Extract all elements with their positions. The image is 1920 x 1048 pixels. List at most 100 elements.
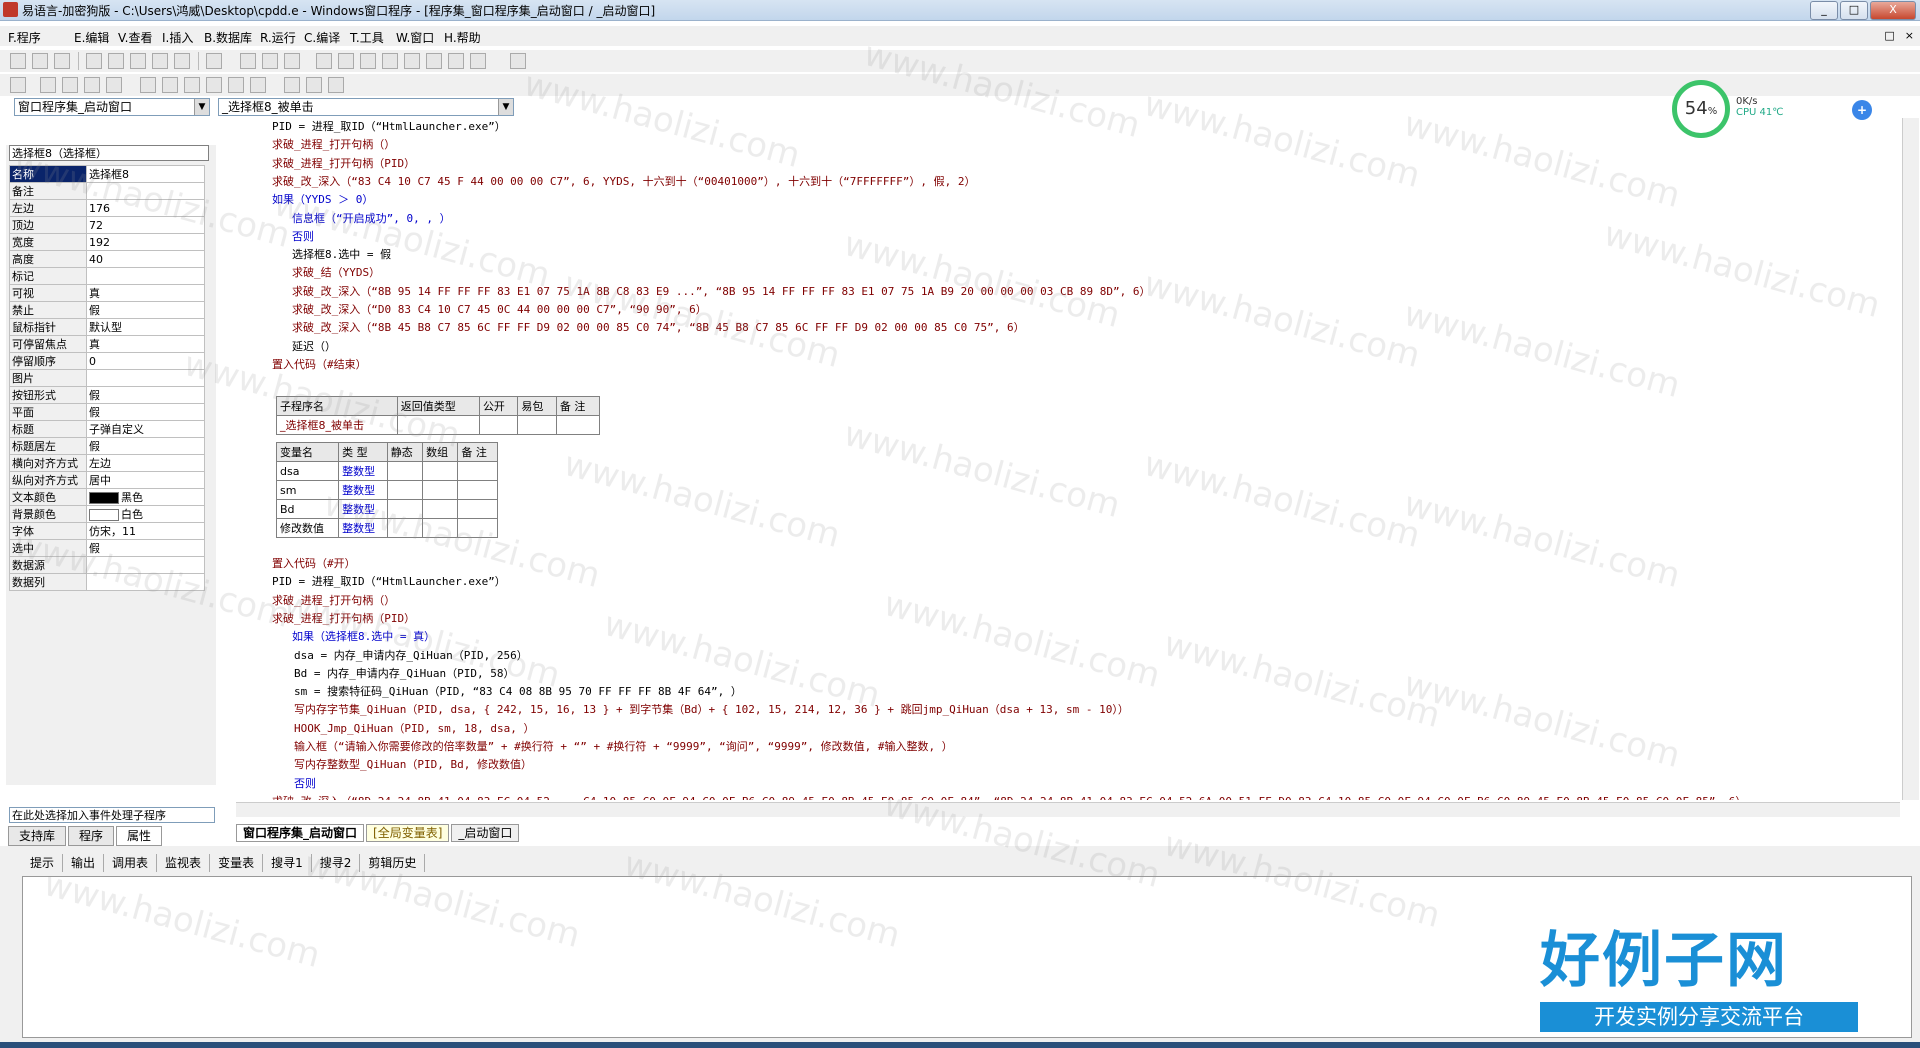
property-value[interactable]: 选择框8 — [86, 165, 205, 183]
tab-search1[interactable]: 搜寻1 — [263, 854, 312, 872]
component-select[interactable]: 选择框8（选择框） — [9, 145, 209, 161]
property-row[interactable]: 标题居左假 — [9, 437, 205, 455]
property-row[interactable]: 图片 — [9, 369, 205, 387]
property-value[interactable]: 假 — [86, 403, 205, 421]
property-value[interactable]: 默认型 — [86, 318, 205, 336]
code-line[interactable]: 输入框（“请输入你需要修改的倍率数量” + #换行符 + “” + #换行符 +… — [294, 738, 953, 754]
property-value[interactable] — [86, 573, 205, 591]
code-line[interactable]: 求破_进程_打开句柄（） — [272, 136, 395, 152]
property-row[interactable]: 文本颜色 黑色 — [9, 488, 205, 506]
property-row[interactable]: 高度 40 — [9, 250, 205, 268]
breakpoint-icon[interactable] — [426, 53, 442, 69]
property-value[interactable]: 假 — [86, 437, 205, 455]
tab-support-library[interactable]: 支持库 — [8, 826, 67, 846]
table-cell[interactable] — [422, 461, 459, 481]
property-value[interactable]: 真 — [86, 284, 205, 302]
layout-split-icon[interactable] — [262, 53, 278, 69]
property-row[interactable]: 名称 选择框8 — [9, 165, 205, 183]
table-cell[interactable] — [555, 415, 601, 435]
table-cell[interactable] — [457, 518, 498, 538]
table-cell[interactable] — [396, 415, 480, 435]
tab-start-window[interactable]: _启动窗口 — [451, 824, 520, 842]
redo-icon[interactable] — [152, 53, 168, 69]
code-line[interactable]: 置入代码（#结束） — [272, 356, 367, 372]
menu-compile[interactable]: C.编译 — [304, 29, 340, 46]
code-line[interactable]: 置入代码（#开） — [272, 555, 356, 571]
horizontal-scrollbar[interactable] — [236, 802, 1900, 817]
code-line[interactable]: 否则 — [294, 775, 316, 791]
table-cell[interactable] — [478, 415, 519, 435]
variable-name[interactable]: 修改数值 — [275, 518, 340, 538]
code-line[interactable]: PID = 进程_取ID（“HtmlLauncher.exe”） — [272, 118, 506, 134]
mdi-close-button[interactable]: × — [1905, 29, 1914, 42]
table-cell[interactable] — [422, 518, 459, 538]
property-value[interactable]: 居中 — [86, 471, 205, 489]
menu-program[interactable]: F.程序 — [8, 29, 41, 46]
copy-icon[interactable] — [108, 53, 124, 69]
step-over-icon[interactable] — [382, 53, 398, 69]
cpu-widget[interactable]: 54% 0K/s CPU 41℃ + — [1672, 80, 1884, 140]
code-line[interactable]: 求破_改_深入（“8B 45 B8 C7 85 6C FF FF D9 02 0… — [292, 319, 1025, 335]
close-button[interactable]: X — [1870, 1, 1916, 20]
space-v-icon[interactable] — [228, 77, 244, 93]
stop-icon[interactable] — [338, 53, 354, 69]
variable-type[interactable]: 整数型 — [338, 461, 388, 481]
property-value[interactable]: 假 — [86, 301, 205, 319]
code-line[interactable]: 求破_改_深入（“83 C4 10 C7 45 F 44 00 00 00 C7… — [272, 173, 975, 189]
code-line[interactable]: 求破_结（YYDS） — [292, 264, 380, 280]
variable-type[interactable]: 整数型 — [338, 499, 388, 519]
code-line[interactable]: 否则 — [292, 228, 314, 244]
tab-output[interactable]: 输出 — [63, 854, 105, 872]
align-top-icon[interactable] — [106, 77, 122, 93]
table-cell[interactable] — [386, 461, 424, 481]
property-value[interactable] — [86, 267, 205, 285]
table-cell[interactable] — [457, 499, 498, 519]
align-grid-icon[interactable] — [10, 77, 26, 93]
property-value[interactable]: 假 — [86, 386, 205, 404]
code-line[interactable]: Bd = 内存_申请内存_QiHuan（PID, 58） — [294, 665, 514, 681]
variable-row[interactable]: Bd 整数型 — [275, 499, 498, 519]
property-value[interactable] — [86, 182, 205, 200]
code-line[interactable]: 如果（YYDS ＞ 0） — [272, 191, 373, 207]
menu-run[interactable]: R.运行 — [260, 29, 296, 46]
vertical-scrollbar[interactable] — [1902, 118, 1919, 800]
property-value[interactable]: 72 — [86, 216, 205, 234]
tab-global-vars[interactable]: [全局变量表] — [366, 824, 450, 842]
table-cell[interactable] — [386, 518, 424, 538]
step-out-icon[interactable] — [404, 53, 420, 69]
property-row[interactable]: 数据源 — [9, 556, 205, 574]
code-line[interactable]: 求破_改_深入（“8D 24 24 8B 41 04 83 EC 04 52 .… — [272, 793, 1746, 800]
property-row[interactable]: 纵向对齐方式 居中 — [9, 471, 205, 489]
layout-panel-icon[interactable] — [284, 53, 300, 69]
variable-row[interactable]: 修改数值 整数型 — [275, 518, 498, 538]
table-cell[interactable] — [422, 480, 459, 500]
variable-name[interactable]: sm — [275, 480, 340, 500]
table-cell[interactable] — [422, 499, 459, 519]
plus-icon[interactable]: + — [1852, 100, 1872, 120]
tab-program[interactable]: 程序 — [68, 826, 115, 846]
step-into-icon[interactable] — [360, 53, 376, 69]
paste-icon[interactable] — [130, 53, 146, 69]
tab-clip-history[interactable]: 剪辑历史 — [360, 854, 426, 872]
property-value[interactable]: 左边 — [86, 454, 205, 472]
property-value[interactable] — [86, 369, 205, 387]
tab-hint[interactable]: 提示 — [22, 854, 64, 872]
property-row[interactable]: 平面假 — [9, 403, 205, 421]
property-value[interactable]: 假 — [86, 539, 205, 557]
tab-properties[interactable]: 属性 — [116, 826, 163, 846]
code-line[interactable]: PID = 进程_取ID（“HtmlLauncher.exe”） — [272, 573, 506, 589]
subroutine-name[interactable]: _选择框8_被单击 — [276, 415, 398, 435]
code-line[interactable]: 写内存字节集_QiHuan（PID, dsa, { 242, 15, 16, 1… — [294, 701, 1129, 717]
variable-name[interactable]: dsa — [275, 461, 340, 481]
property-row[interactable]: 可视真 — [9, 284, 205, 302]
find-icon[interactable] — [206, 53, 222, 69]
property-row[interactable]: 按钮形式假 — [9, 386, 205, 404]
center-v-icon[interactable] — [284, 77, 300, 93]
property-value[interactable]: 0 — [86, 352, 205, 370]
code-line[interactable]: 求破_进程_打开句柄（PID） — [272, 155, 415, 171]
watch-icon[interactable] — [448, 53, 464, 69]
tab-watch[interactable]: 监视表 — [157, 854, 211, 872]
table-cell[interactable] — [386, 499, 424, 519]
property-row[interactable]: 鼠标指针 默认型 — [9, 318, 205, 336]
variable-type[interactable]: 整数型 — [338, 480, 388, 500]
